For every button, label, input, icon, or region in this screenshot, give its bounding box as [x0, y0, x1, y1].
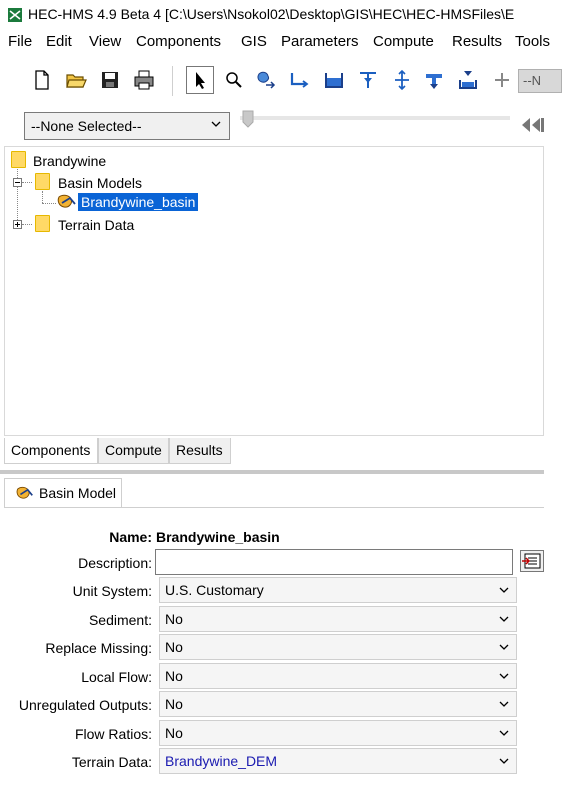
tab-results[interactable]: Results	[169, 438, 231, 464]
time-slider-thumb[interactable]	[242, 110, 254, 128]
tab-components[interactable]: Components	[4, 438, 98, 464]
sediment-value: No	[165, 611, 183, 627]
title-bar: HEC-HMS 4.9 Beta 4 [C:\Users\Nsokol02\De…	[0, 0, 562, 30]
toolbar-separator	[172, 66, 173, 96]
local-flow-value: No	[165, 668, 183, 684]
name-label: Name:	[109, 529, 152, 545]
description-field[interactable]	[155, 549, 513, 575]
tab-basin-model-label: Basin Model	[39, 485, 117, 501]
open-folder-icon[interactable]	[64, 68, 88, 92]
terrain-data-select[interactable]: Brandywine_DEM	[159, 748, 517, 774]
menu-parameters[interactable]: Parameters	[281, 33, 359, 50]
menu-tools[interactable]: Tools	[515, 33, 550, 50]
description-editor-icon[interactable]	[520, 550, 544, 572]
menu-compute[interactable]: Compute	[373, 33, 434, 50]
subbasin-icon[interactable]	[254, 68, 278, 92]
arrow-pointer-icon[interactable]	[186, 66, 214, 94]
unregulated-outputs-value: No	[165, 696, 183, 712]
chevron-down-icon	[211, 121, 221, 127]
tree-node-terrain-data[interactable]: Terrain Data	[58, 217, 134, 233]
chevron-down-icon	[499, 758, 509, 764]
menu-view[interactable]: View	[89, 33, 121, 50]
tree-node-basin-brandywine[interactable]: Brandywine_basin	[78, 193, 199, 211]
unit-system-label: Unit System:	[72, 583, 152, 599]
basin-model-form: Name: Brandywine_basin Description: Unit…	[4, 507, 544, 798]
selector-row: --None Selected--	[0, 104, 562, 144]
print-icon[interactable]	[132, 68, 156, 92]
simulation-select-value: --None Selected--	[31, 118, 142, 134]
time-slider-track	[240, 116, 510, 120]
explorer-tabs: Components Compute Results	[4, 438, 544, 464]
basin-models-folder-icon	[35, 173, 50, 190]
junction-icon[interactable]	[356, 68, 380, 92]
chevron-down-icon	[499, 730, 509, 736]
toolbar: --N	[0, 58, 562, 102]
zoom-icon[interactable]	[222, 68, 246, 92]
replace-missing-label: Replace Missing:	[45, 640, 152, 656]
chevron-down-icon	[499, 616, 509, 622]
unit-system-value: U.S. Customary	[165, 582, 264, 598]
flow-ratios-select[interactable]: No	[159, 720, 517, 746]
rewind-icon[interactable]	[520, 116, 544, 134]
replace-missing-value: No	[165, 639, 183, 655]
local-flow-select[interactable]: No	[159, 663, 517, 689]
tree-connector	[42, 191, 43, 203]
sediment-select[interactable]: No	[159, 606, 517, 632]
terrain-data-label: Terrain Data:	[71, 754, 152, 770]
watershed-explorer-tree: Brandywine Basin Models Brandywine_basin…	[4, 146, 544, 436]
basin-model-icon	[57, 194, 76, 208]
description-label: Description:	[78, 555, 152, 571]
menu-results[interactable]: Results	[452, 33, 502, 50]
replace-missing-select[interactable]: No	[159, 634, 517, 660]
chevron-down-icon	[499, 644, 509, 650]
project-folder-icon	[11, 151, 26, 168]
save-icon[interactable]	[98, 68, 122, 92]
tree-connector	[42, 203, 56, 204]
menu-edit[interactable]: Edit	[46, 33, 72, 50]
tree-connector	[22, 182, 32, 183]
panel-splitter[interactable]	[0, 470, 544, 474]
flow-ratios-value: No	[165, 725, 183, 741]
unregulated-outputs-label: Unregulated Outputs:	[18, 697, 152, 713]
chevron-down-icon	[499, 673, 509, 679]
reach-icon[interactable]	[288, 68, 312, 92]
new-file-icon[interactable]	[30, 68, 54, 92]
overflow-select-text: --N	[523, 73, 542, 88]
menu-bar: File Edit View Components GIS Parameters…	[0, 30, 562, 54]
expand-icon[interactable]	[13, 220, 22, 229]
reservoir-icon[interactable]	[322, 68, 346, 92]
local-flow-label: Local Flow:	[81, 669, 152, 685]
window-title: HEC-HMS 4.9 Beta 4 [C:\Users\Nsokol02\De…	[28, 6, 515, 22]
add-icon[interactable]	[490, 68, 514, 92]
chevron-down-icon	[499, 587, 509, 593]
collapse-icon[interactable]	[13, 178, 22, 187]
hec-hms-app-icon	[8, 8, 22, 22]
tab-basin-model[interactable]: Basin Model	[4, 478, 122, 508]
terrain-data-value: Brandywine_DEM	[165, 753, 278, 769]
menu-file[interactable]: File	[8, 33, 32, 50]
source-icon[interactable]	[422, 68, 446, 92]
sediment-label: Sediment:	[88, 612, 152, 628]
overflow-select[interactable]: --N	[518, 69, 562, 93]
chevron-down-icon	[499, 701, 509, 707]
basin-model-icon	[16, 486, 33, 499]
unit-system-select[interactable]: U.S. Customary	[159, 577, 517, 603]
tree-node-basin-models[interactable]: Basin Models	[58, 175, 142, 191]
sink-icon[interactable]	[456, 68, 480, 92]
diversion-icon[interactable]	[390, 68, 414, 92]
tree-node-project[interactable]: Brandywine	[33, 153, 106, 169]
tree-connector	[22, 224, 32, 225]
menu-gis[interactable]: GIS	[241, 33, 267, 50]
tab-compute[interactable]: Compute	[98, 438, 169, 464]
flow-ratios-label: Flow Ratios:	[74, 726, 152, 742]
menu-components[interactable]: Components	[136, 33, 221, 50]
terrain-folder-icon	[35, 215, 50, 232]
unregulated-outputs-select[interactable]: No	[159, 691, 517, 717]
name-value: Brandywine_basin	[156, 529, 280, 545]
simulation-select[interactable]: --None Selected--	[24, 112, 230, 140]
